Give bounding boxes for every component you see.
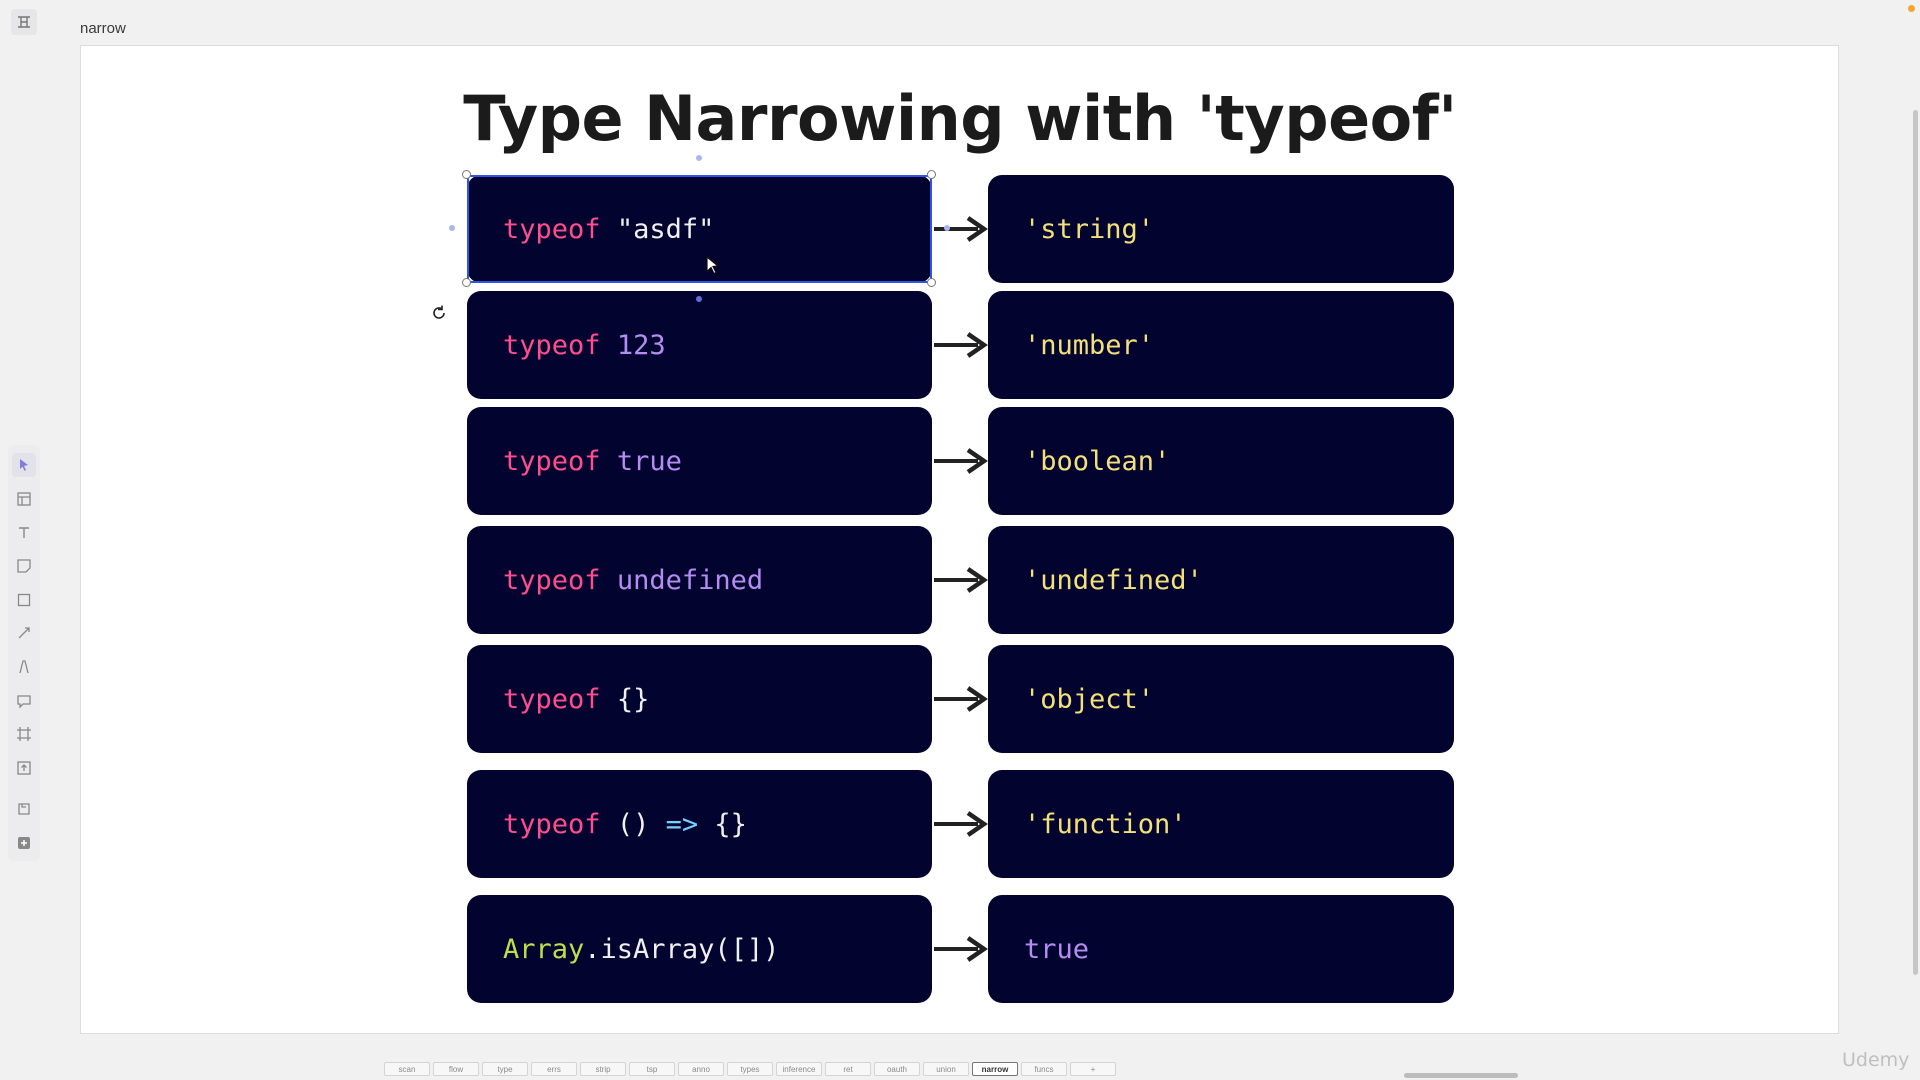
connector-tool-icon[interactable] [12, 621, 36, 645]
frame-tab[interactable]: tsp [629, 1062, 675, 1076]
left-toolbar [8, 445, 40, 861]
mouse-cursor-icon [706, 256, 720, 275]
connection-point[interactable] [944, 225, 950, 231]
result-token: 'object' [1024, 683, 1155, 715]
connection-point[interactable] [696, 296, 702, 302]
result-token: 'number' [1024, 329, 1155, 361]
slide-title[interactable]: Type Narrowing with 'typeof' [0, 82, 1920, 155]
sticky-note-tool-icon[interactable] [12, 554, 36, 578]
code-token: {} [616, 683, 650, 715]
code-token: .isArray([]) [584, 933, 780, 965]
frame-tool-icon[interactable] [11, 9, 37, 35]
frame-tab[interactable]: oauth [874, 1062, 920, 1076]
code-expression-box[interactable]: typeof 123 [467, 291, 932, 399]
vertical-scrollbar[interactable] [1913, 110, 1918, 975]
code-token: true [616, 445, 682, 477]
result-token: 'undefined' [1024, 564, 1203, 596]
resize-handle[interactable] [927, 278, 936, 287]
udemy-watermark: Udemy [1842, 1049, 1910, 1071]
frame-tab[interactable]: funcs [1021, 1062, 1067, 1076]
text-tool-icon[interactable] [12, 521, 36, 545]
frame-tab[interactable]: types [727, 1062, 773, 1076]
frame-tab[interactable]: scan [384, 1062, 430, 1076]
result-token: true [1024, 933, 1090, 965]
arrow-right-icon[interactable] [932, 684, 988, 714]
code-token: 123 [616, 329, 666, 361]
result-token: 'string' [1024, 213, 1155, 245]
code-token: typeof [503, 445, 601, 477]
code-token: {} [714, 808, 747, 840]
rotate-icon[interactable] [430, 304, 448, 322]
result-box[interactable]: 'string' [988, 175, 1454, 283]
code-token: typeof [503, 683, 601, 715]
result-box[interactable]: 'boolean' [988, 407, 1454, 515]
frame-tab[interactable]: narrow [972, 1062, 1018, 1076]
code-token: typeof [503, 213, 601, 245]
frame-tabs: scan flow type errs strip tsp anno types inferen… [384, 1062, 1119, 1078]
code-token: "asdf" [616, 213, 715, 245]
code-expression-box[interactable]: typeof "asdf" [467, 175, 932, 283]
code-expression-box[interactable]: Array .isArray([]) [467, 895, 932, 1003]
canvas-frame[interactable] [80, 45, 1839, 1034]
connection-point[interactable] [696, 155, 702, 161]
result-box[interactable]: 'number' [988, 291, 1454, 399]
code-token: () [616, 808, 650, 840]
code-token: typeof [503, 564, 601, 596]
frame-name-label[interactable]: narrow [80, 20, 126, 37]
frame-tool-icon[interactable] [12, 722, 36, 746]
result-box[interactable]: 'function' [988, 770, 1454, 878]
pen-tool-icon[interactable] [12, 655, 36, 679]
shape-tool-icon[interactable] [12, 588, 36, 612]
notification-dot [1908, 5, 1915, 12]
result-box[interactable]: 'object' [988, 645, 1454, 753]
library-tool-icon[interactable] [12, 797, 36, 821]
resize-handle[interactable] [462, 170, 471, 179]
result-box[interactable]: 'undefined' [988, 526, 1454, 634]
code-token: typeof [503, 808, 601, 840]
upload-tool-icon[interactable] [12, 756, 36, 780]
result-token: 'boolean' [1024, 445, 1171, 477]
frame-tab[interactable]: strip [580, 1062, 626, 1076]
resize-handle[interactable] [462, 278, 471, 287]
result-token: 'function' [1024, 808, 1187, 840]
code-expression-box[interactable]: typeof true [467, 407, 932, 515]
code-token: Array [503, 933, 585, 965]
code-expression-box[interactable]: typeof undefined [467, 526, 932, 634]
select-tool-icon[interactable] [12, 453, 36, 477]
comment-tool-icon[interactable] [12, 689, 36, 713]
frame-tab[interactable]: errs [531, 1062, 577, 1076]
code-token: undefined [616, 564, 764, 596]
arrow-right-icon[interactable] [932, 330, 988, 360]
arrow-right-icon[interactable] [932, 214, 988, 244]
arrow-right-icon[interactable] [932, 446, 988, 476]
frame-tab[interactable]: union [923, 1062, 969, 1076]
horizontal-scrollbar[interactable] [1404, 1073, 1518, 1078]
code-token: typeof [503, 329, 601, 361]
add-tab-button[interactable]: + [1070, 1062, 1116, 1076]
code-expression-box[interactable]: typeof {} [467, 645, 932, 753]
code-token: => [665, 808, 699, 840]
frame-tab[interactable]: anno [678, 1062, 724, 1076]
add-more-icon[interactable] [12, 831, 36, 855]
arrow-right-icon[interactable] [932, 565, 988, 595]
code-expression-box[interactable]: typeof () => {} [467, 770, 932, 878]
arrow-right-icon[interactable] [932, 809, 988, 839]
template-tool-icon[interactable] [12, 487, 36, 511]
frame-tab[interactable]: flow [433, 1062, 479, 1076]
frame-tab[interactable]: type [482, 1062, 528, 1076]
connection-point[interactable] [449, 225, 455, 231]
frame-tab[interactable]: inference [776, 1062, 822, 1076]
resize-handle[interactable] [927, 170, 936, 179]
frame-tab[interactable]: ret [825, 1062, 871, 1076]
result-box[interactable]: true [988, 895, 1454, 1003]
arrow-right-icon[interactable] [932, 934, 988, 964]
